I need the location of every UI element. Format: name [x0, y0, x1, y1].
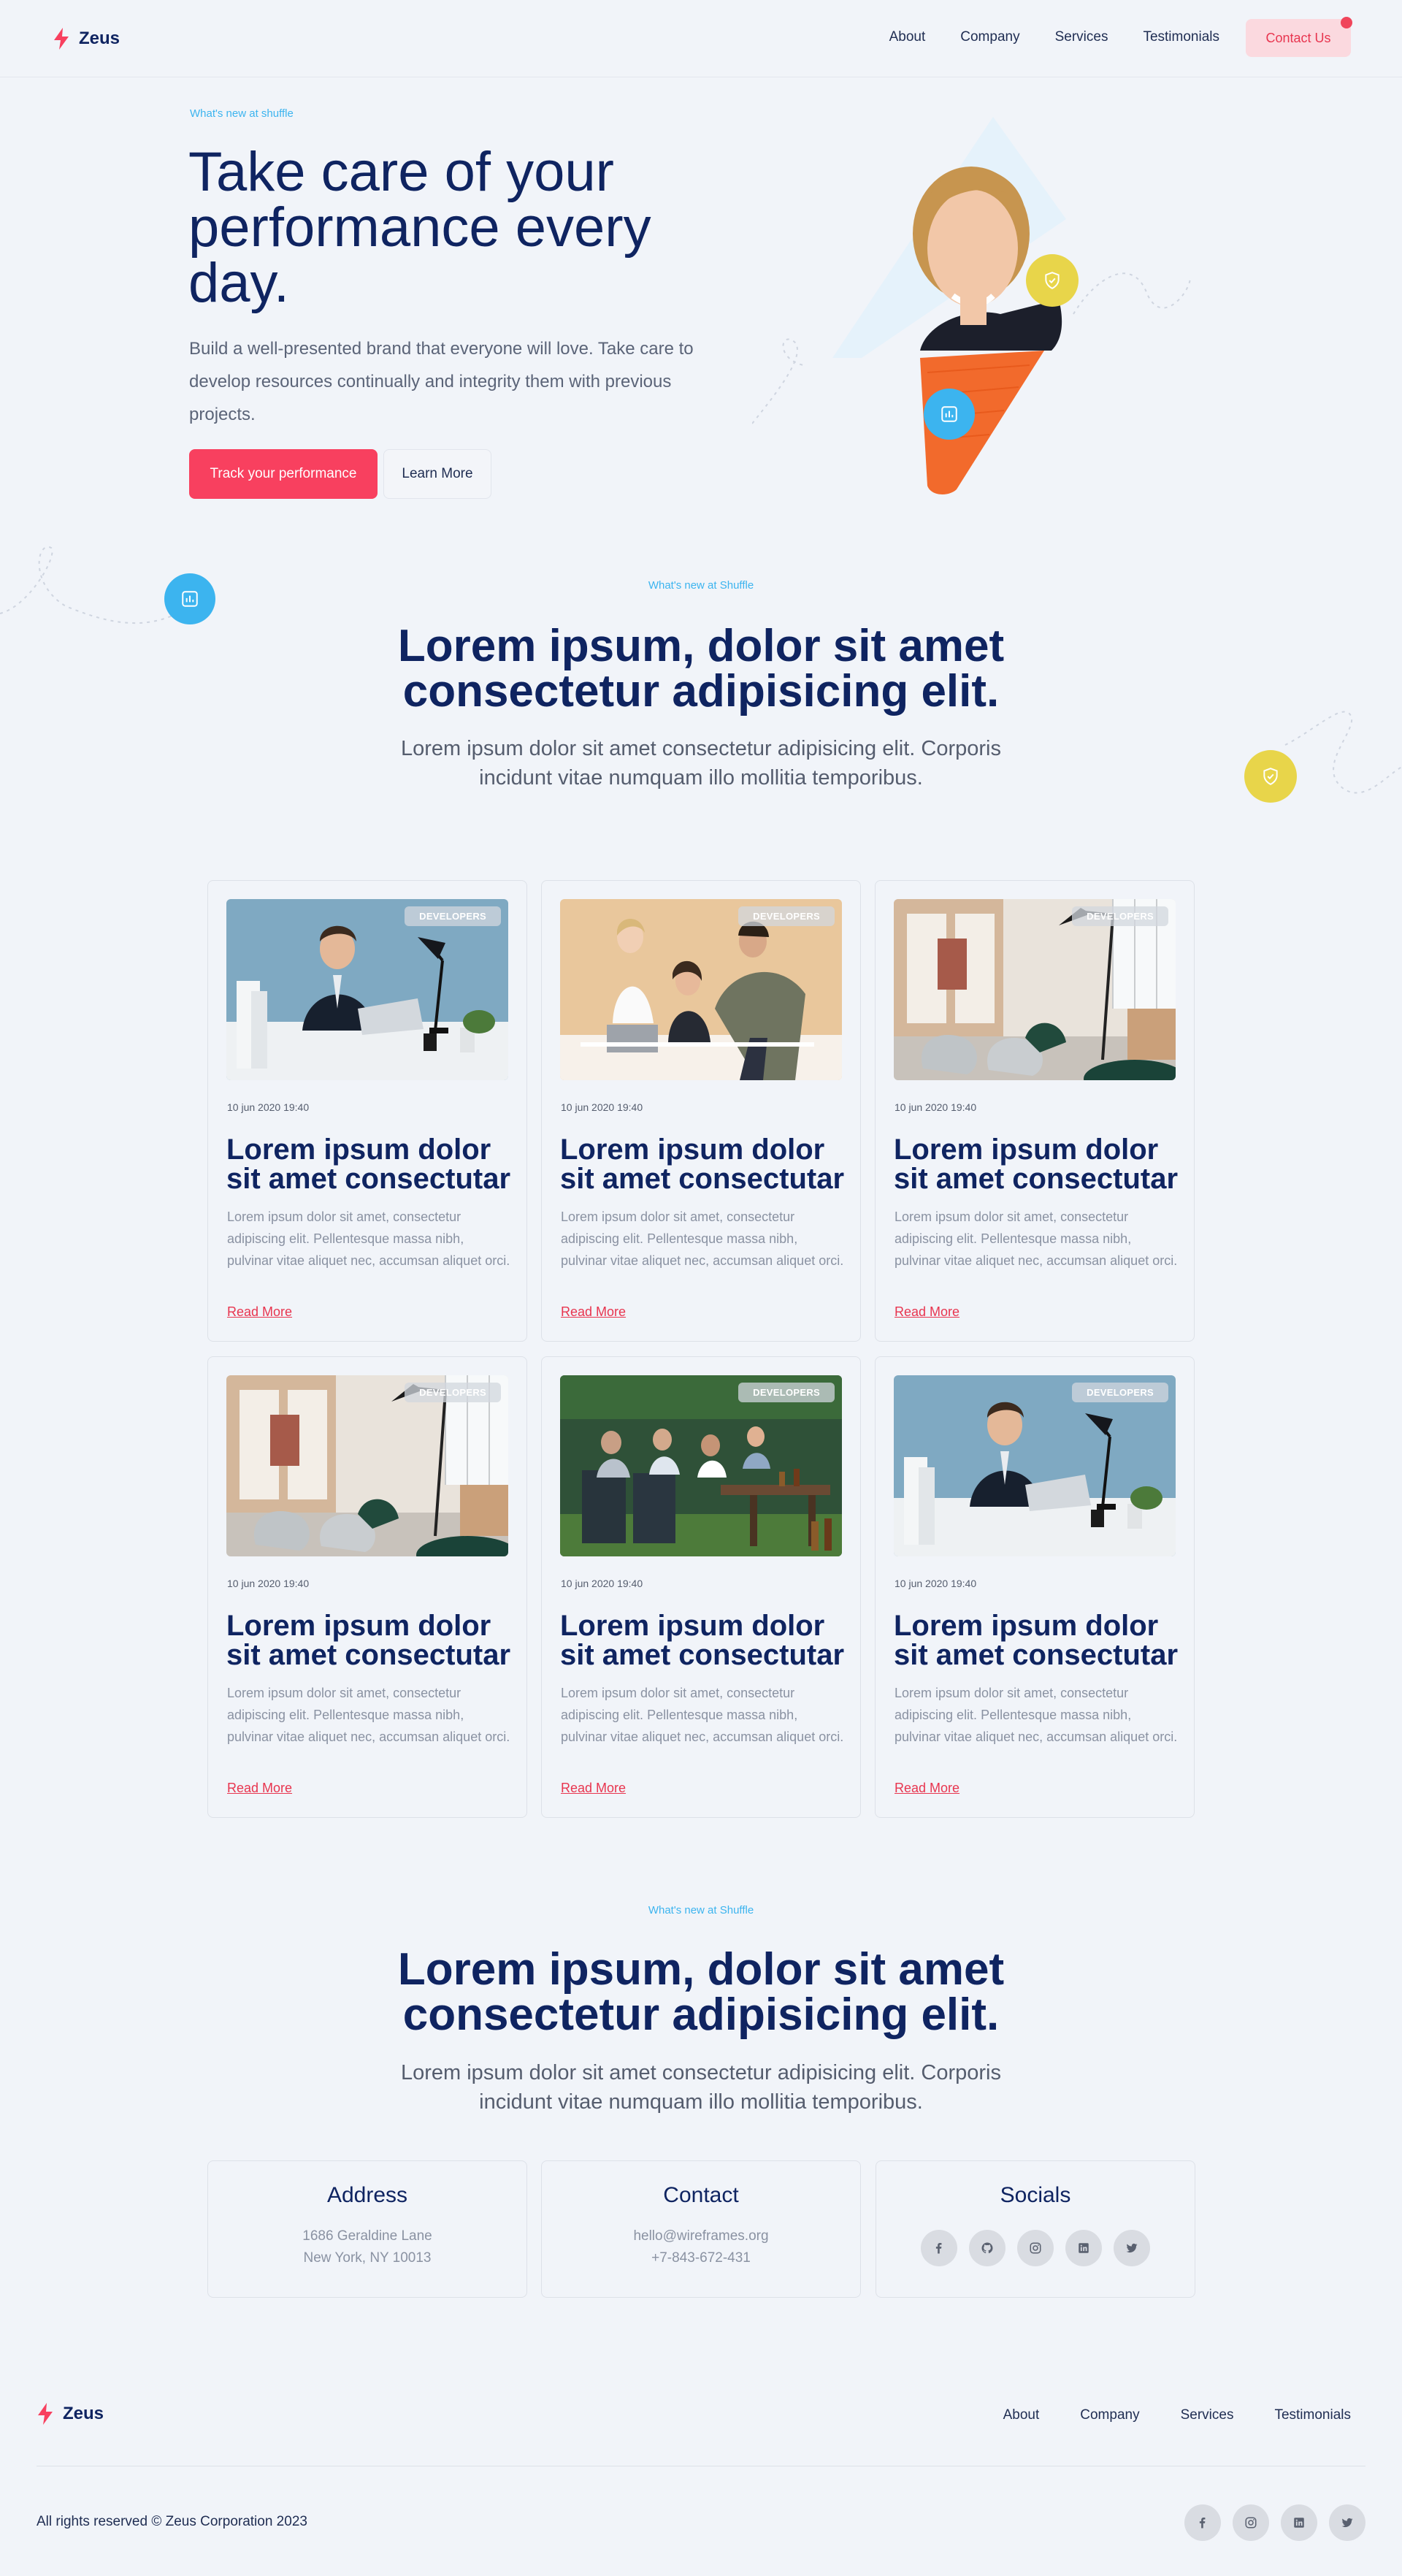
learn-more-button[interactable]: Learn More: [383, 449, 491, 499]
brand-logo[interactable]: Zeus: [53, 28, 120, 50]
card-title: Lorem ipsum dolor sit amet consectutar: [226, 1134, 511, 1195]
github-icon[interactable]: [969, 2230, 1005, 2266]
nav-link-services[interactable]: Services: [1055, 29, 1108, 45]
card-title: Lorem ipsum dolor sit amet consectutar: [560, 1134, 845, 1195]
card-date: 10 jun 2020 19:40: [561, 1578, 643, 1589]
card-title: Lorem ipsum dolor sit amet consectutar: [226, 1610, 511, 1671]
socials-title: Socials: [1000, 2183, 1071, 2207]
shield-check-icon: [1026, 254, 1079, 307]
facebook-icon[interactable]: [921, 2230, 957, 2266]
instagram-icon[interactable]: [1017, 2230, 1054, 2266]
contact-email[interactable]: hello@wireframes.org: [542, 2228, 860, 2244]
card-badge: DEVELOPERS: [1072, 1383, 1168, 1402]
card-date: 10 jun 2020 19:40: [561, 1101, 643, 1113]
footer-links: About Company Services Testimonials: [1003, 2407, 1351, 2423]
footer-link-services[interactable]: Services: [1181, 2407, 1234, 2423]
top-navbar: Zeus About Company Services Testimonials…: [0, 0, 1402, 77]
card-badge: DEVELOPERS: [405, 1383, 501, 1402]
section-subtitle: Lorem ipsum dolor sit amet consectetur a…: [400, 737, 1001, 790]
hero-title: Take care of your performance every day.: [188, 141, 651, 314]
section-eyebrow: What's new at Shuffle: [648, 579, 754, 592]
shield-check-icon: [1244, 750, 1297, 803]
chart-bars-icon: [924, 389, 975, 440]
card-date: 10 jun 2020 19:40: [895, 1101, 977, 1113]
contact-phone[interactable]: +7-843-672-431: [542, 2250, 860, 2266]
section-title: Lorem ipsum, dolor sit amet consectetur …: [397, 621, 1005, 716]
footer-link-about[interactable]: About: [1003, 2407, 1040, 2423]
footer-social-icons: [1184, 2504, 1365, 2541]
blog-card: DEVELOPERS 10 jun 2020 19:40 Lorem ipsum…: [541, 1356, 861, 1818]
card-image[interactable]: DEVELOPERS: [560, 899, 842, 1080]
card-image[interactable]: DEVELOPERS: [226, 1375, 508, 1556]
hero-subtitle: Build a well-presented brand that everyo…: [189, 339, 694, 424]
card-image[interactable]: DEVELOPERS: [226, 899, 508, 1080]
card-date: 10 jun 2020 19:40: [895, 1578, 977, 1589]
card-excerpt: Lorem ipsum dolor sit amet, consectetur …: [227, 1686, 510, 1744]
track-performance-button[interactable]: Track your performance: [189, 449, 378, 499]
card-excerpt: Lorem ipsum dolor sit amet, consectetur …: [895, 1209, 1178, 1268]
blog-card: DEVELOPERS 10 jun 2020 19:40 Lorem ipsum…: [541, 880, 861, 1342]
facebook-icon[interactable]: [1184, 2504, 1221, 2541]
address-title: Address: [326, 2183, 408, 2207]
contact-box: Contact hello@wireframes.org +7-843-672-…: [541, 2160, 861, 2298]
blog-card: DEVELOPERS 10 jun 2020 19:40 Lorem ipsum…: [207, 1356, 527, 1818]
address-line-1: 1686 Geraldine Lane: [302, 2228, 432, 2244]
blog-card: DEVELOPERS 10 jun 2020 19:40 Lorem ipsum…: [875, 1356, 1195, 1818]
card-badge: DEVELOPERS: [738, 1383, 835, 1402]
card-badge: DEVELOPERS: [1072, 906, 1168, 926]
bolt-icon: [38, 2403, 53, 2425]
card-title: Lorem ipsum dolor sit amet consectutar: [894, 1610, 1179, 1671]
card-date: 10 jun 2020 19:40: [227, 1578, 310, 1589]
read-more-link[interactable]: Read More: [561, 1304, 626, 1320]
contact-us-button[interactable]: Contact Us: [1246, 19, 1351, 57]
address-line-2: New York, NY 10013: [303, 2250, 432, 2266]
footer-link-testimonials[interactable]: Testimonials: [1274, 2407, 1351, 2423]
linkedin-icon[interactable]: [1065, 2230, 1102, 2266]
address-box: Address 1686 Geraldine Lane New York, NY…: [207, 2160, 527, 2298]
card-excerpt: Lorem ipsum dolor sit amet, consectetur …: [227, 1209, 510, 1268]
section-eyebrow: What's new at Shuffle: [648, 1904, 754, 1916]
card-title: Lorem ipsum dolor sit amet consectutar: [560, 1610, 845, 1671]
nav-link-testimonials[interactable]: Testimonials: [1143, 29, 1219, 45]
linkedin-icon[interactable]: [1281, 2504, 1317, 2541]
social-icons: [876, 2230, 1195, 2266]
section-subtitle: Lorem ipsum dolor sit amet consectetur a…: [400, 2061, 1001, 2114]
read-more-link[interactable]: Read More: [895, 1304, 959, 1320]
card-excerpt: Lorem ipsum dolor sit amet, consectetur …: [561, 1209, 844, 1268]
read-more-link[interactable]: Read More: [895, 1781, 959, 1796]
footer-logo[interactable]: Zeus: [37, 2403, 104, 2425]
card-image[interactable]: DEVELOPERS: [894, 899, 1176, 1080]
card-image[interactable]: DEVELOPERS: [894, 1375, 1176, 1556]
card-date: 10 jun 2020 19:40: [227, 1101, 310, 1113]
blog-card: DEVELOPERS 10 jun 2020 19:40 Lorem ipsum…: [207, 880, 527, 1342]
instagram-icon[interactable]: [1233, 2504, 1269, 2541]
bolt-icon: [54, 28, 69, 50]
twitter-icon[interactable]: [1329, 2504, 1365, 2541]
brand-name: Zeus: [63, 2404, 104, 2423]
nav-link-about[interactable]: About: [889, 29, 926, 45]
nav-link-company[interactable]: Company: [960, 29, 1019, 45]
card-badge: DEVELOPERS: [738, 906, 835, 926]
card-badge: DEVELOPERS: [405, 906, 501, 926]
brand-name: Zeus: [79, 28, 120, 48]
nav-links: About Company Services Testimonials: [889, 29, 1219, 45]
twitter-icon[interactable]: [1114, 2230, 1150, 2266]
card-excerpt: Lorem ipsum dolor sit amet, consectetur …: [895, 1686, 1178, 1744]
blog-card: DEVELOPERS 10 jun 2020 19:40 Lorem ipsum…: [875, 880, 1195, 1342]
notification-dot: [1341, 17, 1352, 28]
card-excerpt: Lorem ipsum dolor sit amet, consectetur …: [561, 1686, 844, 1744]
card-title: Lorem ipsum dolor sit amet consectutar: [894, 1134, 1179, 1195]
card-image[interactable]: DEVELOPERS: [560, 1375, 842, 1556]
read-more-link[interactable]: Read More: [227, 1304, 292, 1320]
contact-title: Contact: [663, 2183, 739, 2207]
read-more-link[interactable]: Read More: [227, 1781, 292, 1796]
section-title: Lorem ipsum, dolor sit amet consectetur …: [397, 1944, 1005, 2040]
footer-link-company[interactable]: Company: [1080, 2407, 1139, 2423]
hero-illustration: [751, 110, 1205, 504]
read-more-link[interactable]: Read More: [561, 1781, 626, 1796]
copyright-text: All rights reserved © Zeus Corporation 2…: [37, 2514, 307, 2529]
hero-eyebrow: What's new at shuffle: [190, 107, 294, 120]
socials-box: Socials: [876, 2160, 1195, 2298]
